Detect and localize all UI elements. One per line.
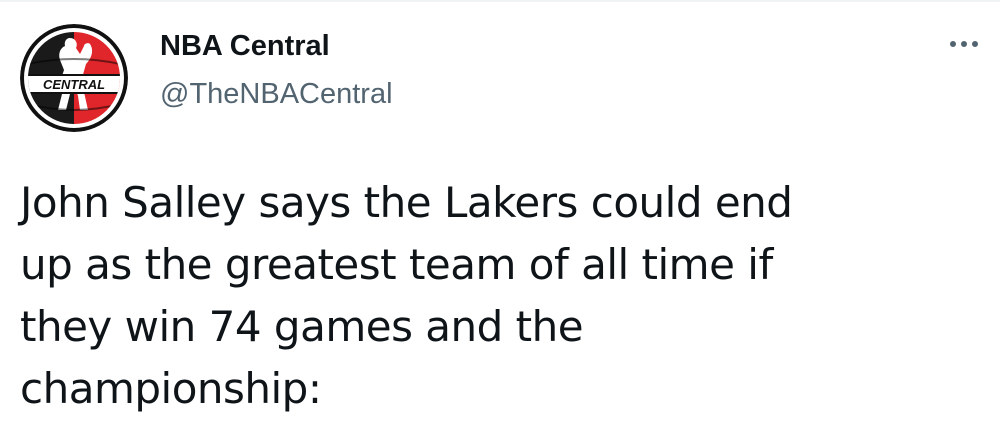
avatar[interactable]: CENTRAL xyxy=(20,24,128,132)
author-identity[interactable]: NBA Central @TheNBACentral xyxy=(160,28,393,112)
display-name[interactable]: NBA Central xyxy=(160,28,393,64)
more-options-icon xyxy=(950,41,956,47)
basketball-logo-icon: CENTRAL xyxy=(20,24,128,132)
tweet-text: John Salley says the Lakers could end up… xyxy=(20,178,793,413)
more-options-icon xyxy=(961,41,967,47)
more-options-button[interactable] xyxy=(944,30,984,58)
more-options-icon xyxy=(972,41,978,47)
user-handle[interactable]: @TheNBACentral xyxy=(160,76,393,112)
avatar-label: CENTRAL xyxy=(43,77,105,92)
tweet-card: CENTRAL NBA Central @TheNBACentral John … xyxy=(0,0,1000,431)
